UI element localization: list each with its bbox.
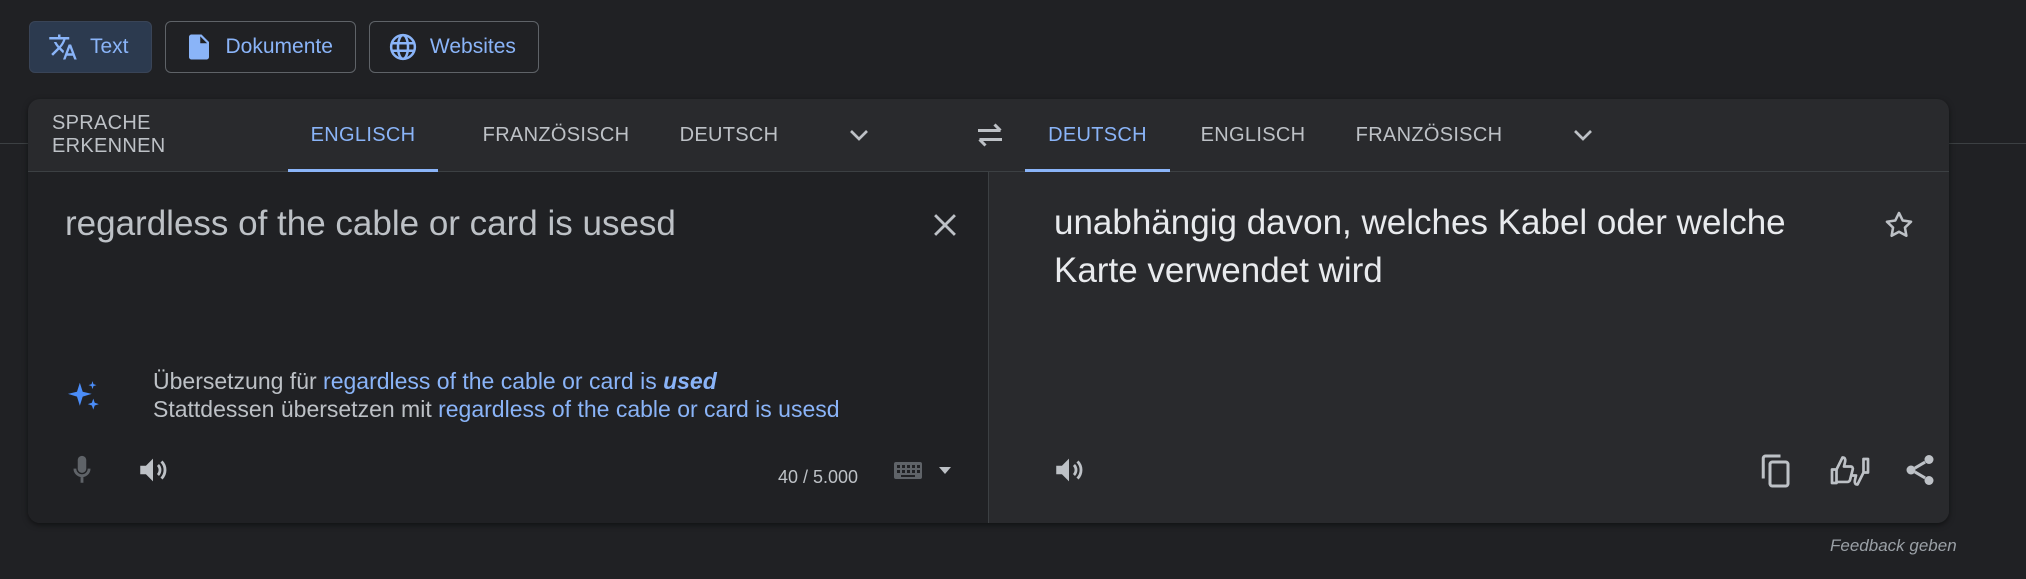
- swap-languages-icon[interactable]: [972, 117, 1008, 153]
- keyboard-icon[interactable]: [893, 458, 923, 482]
- keyboard-options-arrow-icon[interactable]: [937, 464, 953, 476]
- source-lang-french[interactable]: FRANZÖSISCH: [456, 99, 656, 171]
- source-lang-german[interactable]: DEUTSCH: [654, 99, 804, 171]
- source-lang-more-chevron-icon[interactable]: [843, 119, 875, 151]
- source-lang-detect[interactable]: SPRACHE ERKENNEN: [52, 99, 270, 171]
- target-lang-english[interactable]: ENGLISCH: [1188, 99, 1318, 171]
- translate-instead-link[interactable]: regardless of the cable or card is usesd: [438, 396, 839, 422]
- translate-icon: [49, 34, 77, 60]
- star-icon[interactable]: [1882, 208, 1916, 242]
- did-you-mean-link[interactable]: regardless of the cable or card is used: [323, 368, 717, 394]
- target-lang-more-chevron-icon[interactable]: [1567, 119, 1599, 151]
- speaker-icon[interactable]: [1052, 453, 1086, 487]
- mode-text-button[interactable]: Text: [29, 21, 152, 73]
- did-you-mean-line: Übersetzung für regardless of the cable …: [153, 368, 717, 395]
- mode-websites-label: Websites: [429, 35, 516, 58]
- translation-output: unabhängig davon, welches Kabel oder wel…: [1054, 203, 1786, 290]
- did-you-mean-correction: used: [663, 368, 717, 394]
- mode-text-label: Text: [90, 35, 129, 58]
- microphone-icon[interactable]: [65, 453, 99, 487]
- speaker-icon[interactable]: [136, 453, 170, 487]
- sparkle-icon: [67, 381, 99, 410]
- suggestion-box: Übersetzung für regardless of the cable …: [64, 368, 840, 438]
- translate-instead-line: Stattdessen übersetzen mit regardless of…: [153, 396, 840, 423]
- translate-card: SPRACHE ERKENNEN ENGLISCH FRANZÖSISCH DE…: [28, 99, 1949, 523]
- source-text-input[interactable]: regardless of the cable or card is usesd: [65, 204, 676, 244]
- target-lang-french[interactable]: FRANZÖSISCH: [1334, 99, 1524, 171]
- source-lang-english[interactable]: ENGLISCH: [288, 99, 438, 172]
- mode-documents-button[interactable]: Dokumente: [164, 21, 356, 73]
- feedback-link[interactable]: Feedback geben: [1830, 536, 1957, 556]
- target-lang-german[interactable]: DEUTSCH: [1025, 99, 1170, 172]
- source-pane: regardless of the cable or card is usesd…: [28, 172, 988, 523]
- did-you-mean-link-text: regardless of the cable or card is: [323, 368, 664, 394]
- share-icon[interactable]: [1902, 452, 1938, 488]
- mode-tabs: Text Dokumente Websites: [29, 21, 539, 73]
- translation-pane: unabhängig davon, welches Kabel oder wel…: [989, 172, 1949, 523]
- character-count: 40 / 5.000: [778, 467, 859, 487]
- rate-translation-icon[interactable]: [1829, 452, 1871, 490]
- translate-instead-prefix: Stattdessen übersetzen mit: [153, 396, 439, 422]
- clear-icon[interactable]: [928, 208, 962, 242]
- did-you-mean-prefix: Übersetzung für: [153, 368, 324, 394]
- globe-icon: [389, 33, 417, 61]
- document-icon: [188, 34, 209, 60]
- copy-icon[interactable]: [1758, 452, 1794, 490]
- language-bar: SPRACHE ERKENNEN ENGLISCH FRANZÖSISCH DE…: [28, 99, 1949, 172]
- mode-documents-label: Dokumente: [225, 35, 333, 58]
- mode-websites-button[interactable]: Websites: [368, 21, 539, 73]
